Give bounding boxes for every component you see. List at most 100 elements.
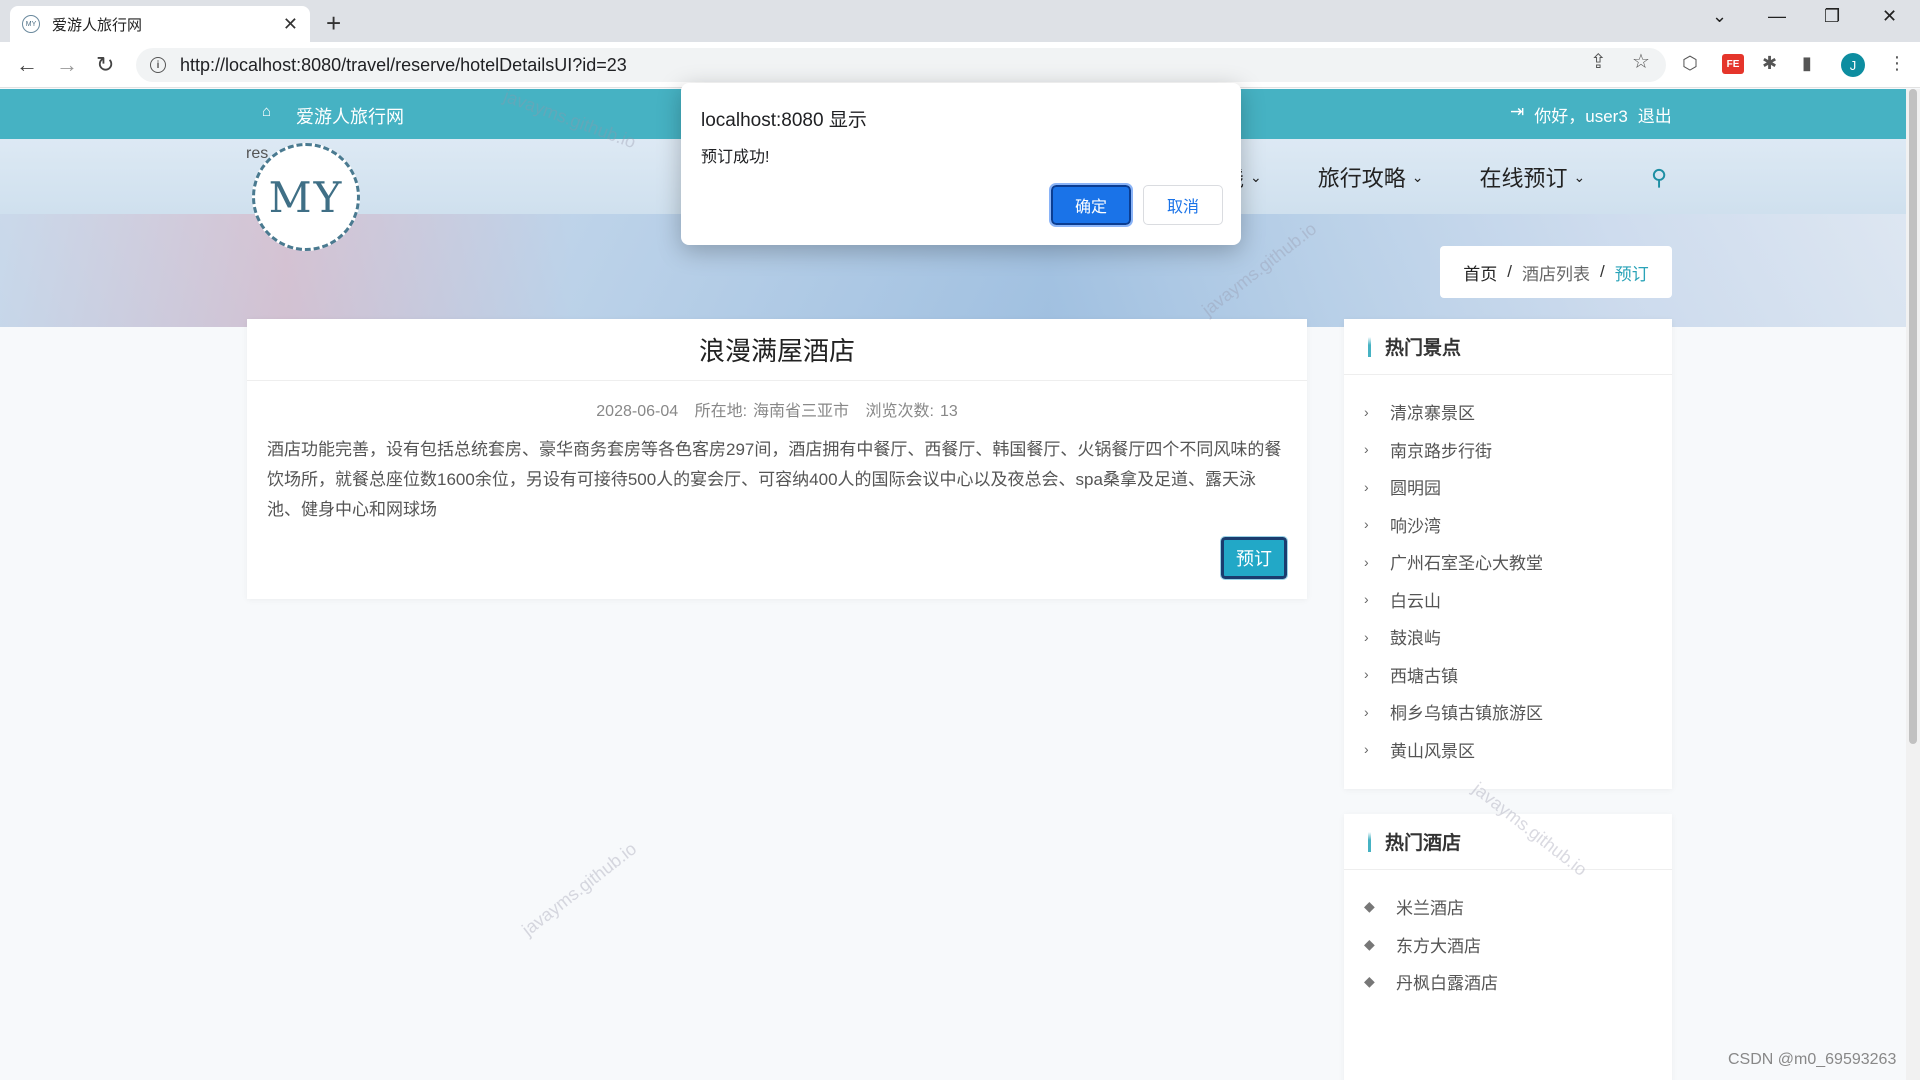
tab-close-icon[interactable]: ✕ (283, 14, 298, 35)
address-bar[interactable]: i http://localhost:8080/travel/reserve/h… (136, 48, 1666, 82)
breadcrumb-separator: / (1507, 262, 1512, 281)
hotel-location: 海南省三亚市 (753, 403, 850, 420)
list-item[interactable]: › 广州石室圣心大教堂 (1364, 543, 1672, 581)
breadcrumb-separator: / (1600, 262, 1605, 281)
user-greeting[interactable]: 你好，user3 (1534, 102, 1628, 127)
list-item[interactable]: › 桐乡乌镇古镇旅游区 (1364, 693, 1672, 731)
list-item-label: 清凉寨景区 (1390, 404, 1475, 424)
chevron-right-icon: › (1364, 666, 1369, 683)
chevron-right-icon: › (1364, 741, 1369, 758)
chevron-down-icon: ⌄ (1411, 168, 1424, 185)
new-tab-icon[interactable]: + (326, 8, 341, 39)
list-item-label: 黄山风景区 (1390, 741, 1475, 761)
list-item[interactable]: ◆ 东方大酒店 (1364, 926, 1672, 964)
list-item[interactable]: ◆ 丹枫白露酒店 (1364, 963, 1672, 1001)
list-item-label: 鼓浪屿 (1390, 629, 1441, 649)
browser-tab-bar: MY 爱游人旅行网 ✕ + ⌄ — ❐ ✕ (0, 0, 1920, 42)
nav-label: 在线预订 (1479, 166, 1568, 191)
share-icon[interactable]: ⇪ (1590, 49, 1607, 74)
chevron-down-icon: ⌄ (1573, 168, 1586, 185)
list-item-label: 广州石室圣心大教堂 (1390, 554, 1543, 574)
chevron-right-icon: › (1364, 441, 1369, 458)
breadcrumb: 首页 / 酒店列表 / 预订 (1440, 246, 1672, 298)
reload-icon[interactable]: ↻ (96, 52, 114, 78)
list-item[interactable]: › 南京路步行街 (1364, 431, 1672, 469)
list-item-label: 米兰酒店 (1396, 899, 1464, 919)
list-item-label: 西塘古镇 (1390, 666, 1458, 686)
breadcrumb-hotel-list[interactable]: 酒店列表 (1522, 260, 1590, 285)
profile-avatar[interactable]: J (1841, 53, 1865, 77)
site-favicon-icon: MY (22, 15, 40, 33)
breadcrumb-current: 预订 (1614, 264, 1649, 284)
site-info-icon[interactable]: i (150, 57, 166, 73)
extension-fe-icon[interactable]: FE (1722, 54, 1744, 74)
login-icon: ⇥ (1510, 102, 1525, 121)
chevron-right-icon: › (1364, 703, 1369, 720)
main-nav: 线⌄ 旅行攻略⌄ 在线预订⌄ (1222, 161, 1585, 193)
extensions-puzzle-icon[interactable]: ✱ (1762, 53, 1777, 74)
site-name-link[interactable]: 爱游人旅行网 (296, 103, 404, 129)
list-item-label: 南京路步行街 (1390, 441, 1492, 461)
list-item[interactable]: › 白云山 (1364, 581, 1672, 619)
views-label: 浏览次数: (865, 403, 934, 420)
tab-title: 爱游人旅行网 (52, 16, 143, 34)
site-logo[interactable]: MY (252, 143, 360, 251)
hot-spots-panel: 热门景点 › 清凉寨景区 › 南京路步行街 › 圆明园 › 响沙湾 › 广州石室圣心大教堂… (1344, 319, 1672, 789)
hotel-description: 酒店功能完善，设有包括总统套房、豪华商务套房等各色客房297间，酒店拥有中餐厅、… (267, 440, 1282, 519)
list-item-label: 丹枫白露酒店 (1396, 974, 1498, 994)
restore-icon[interactable]: ❐ (1824, 6, 1840, 27)
list-item[interactable]: › 响沙湾 (1364, 506, 1672, 544)
browser-tab[interactable]: MY 爱游人旅行网 ✕ (10, 6, 310, 42)
list-item-label: 响沙湾 (1390, 516, 1441, 536)
list-item[interactable]: › 黄山风景区 (1364, 731, 1672, 769)
chevron-right-icon: › (1364, 478, 1369, 495)
page-scrollbar[interactable] (1906, 89, 1920, 1080)
hotel-date: 2028-06-04 (596, 403, 679, 420)
browser-toolbar: ← → ↻ i http://localhost:8080/travel/res… (0, 42, 1920, 88)
reserve-button[interactable]: 预订 (1220, 536, 1288, 580)
list-item[interactable]: ◆ 米兰酒店 (1364, 888, 1672, 926)
list-item[interactable]: › 西塘古镇 (1364, 656, 1672, 694)
extension-hex-icon[interactable]: ⬡ (1682, 53, 1698, 74)
footer-watermark: CSDN @m0_69593263 (1728, 1051, 1897, 1068)
forward-icon[interactable]: → (56, 52, 78, 78)
hotel-detail-card: 浪漫满屋酒店 2028-06-04 所在地: 海南省三亚市 浏览次数: 13 酒店功… (247, 319, 1307, 599)
list-item[interactable]: › 鼓浪屿 (1364, 618, 1672, 656)
back-icon[interactable]: ← (16, 52, 38, 78)
home-icon[interactable]: ⌂ (262, 103, 278, 120)
watermark: javayms.github.io (518, 838, 641, 940)
hot-spots-heading: 热门景点 (1385, 338, 1462, 359)
nav-item-booking[interactable]: 在线预订 ⌄ (1480, 161, 1586, 193)
hotel-title: 浪漫满屋酒店 (247, 319, 1307, 381)
bookmark-star-icon[interactable]: ☆ (1632, 49, 1650, 74)
chevron-right-icon: › (1364, 516, 1369, 533)
breadcrumb-home[interactable]: 首页 (1463, 260, 1497, 285)
title-accent-bar (1368, 831, 1371, 852)
dialog-ok-button[interactable]: 确定 (1049, 183, 1133, 227)
minimize-icon[interactable]: — (1768, 6, 1786, 27)
url-text[interactable]: http://localhost:8080/travel/reserve/hot… (180, 55, 627, 76)
dialog-title: localhost:8080 显示 (701, 110, 867, 131)
alert-dialog: localhost:8080 显示 预订成功! 确定 取消 (681, 83, 1241, 245)
list-item-label: 桐乡乌镇古镇旅游区 (1390, 704, 1543, 724)
list-item-label: 圆明园 (1390, 479, 1441, 499)
scrollbar-thumb[interactable] (1909, 89, 1917, 744)
tag-icon: ◆ (1364, 898, 1375, 915)
list-item[interactable]: › 清凉寨景区 (1364, 393, 1672, 431)
side-panel-icon[interactable]: ▮ (1802, 53, 1812, 74)
tab-search-chevron-icon[interactable]: ⌄ (1712, 6, 1727, 27)
logout-link[interactable]: 退出 (1638, 102, 1672, 127)
dialog-cancel-button[interactable]: 取消 (1143, 185, 1223, 225)
location-label: 所在地: (694, 403, 748, 420)
window-close-icon[interactable]: ✕ (1882, 6, 1897, 27)
browser-menu-icon[interactable]: ⋮ (1888, 53, 1906, 74)
hot-spots-list: › 清凉寨景区 › 南京路步行街 › 圆明园 › 响沙湾 › 广州石室圣心大教堂 › 白云山… (1344, 375, 1672, 778)
dialog-message: 预订成功! (701, 149, 770, 166)
tag-icon: ◆ (1364, 973, 1375, 990)
search-icon[interactable]: ⚲ (1651, 165, 1671, 190)
list-item[interactable]: › 圆明园 (1364, 468, 1672, 506)
list-item-label: 白云山 (1390, 591, 1441, 611)
hot-hotels-heading: 热门酒店 (1385, 833, 1462, 854)
nav-item-guides[interactable]: 旅行攻略 ⌄ (1318, 161, 1424, 193)
hot-hotels-list: ◆ 米兰酒店 ◆ 东方大酒店 ◆ 丹枫白露酒店 (1344, 870, 1672, 1011)
